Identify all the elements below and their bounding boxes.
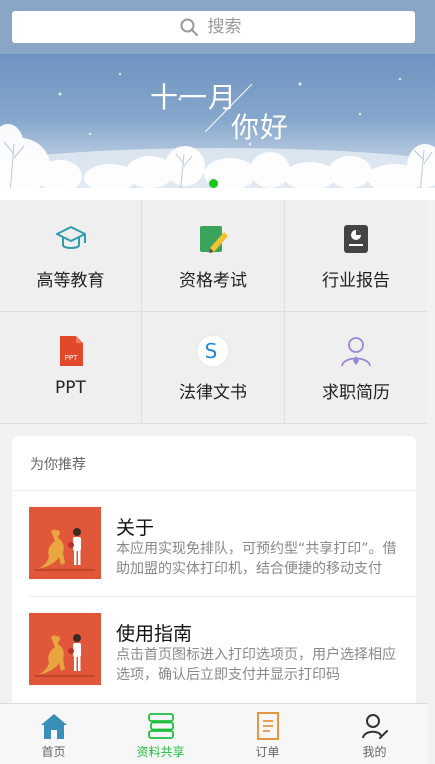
list-item[interactable]: 关于 本应用实现免排队，可预约型“共享打印”。借助加盟的实体打印机，结合便捷的移…: [12, 491, 416, 597]
ppt-file-icon: PPT: [54, 334, 88, 368]
category-industry-report[interactable]: 行业报告: [285, 200, 427, 312]
tab-label: 订单: [255, 745, 280, 759]
exam-pencil-icon: [196, 222, 230, 256]
report-chart-icon: [339, 222, 373, 256]
order-document-icon: [253, 711, 283, 741]
category-ppt[interactable]: PPT PPT: [0, 312, 142, 424]
tab-label: 资料共享: [136, 745, 185, 759]
search-input[interactable]: [207, 17, 248, 37]
category-legal-documents[interactable]: S 法律文书: [142, 312, 285, 424]
category-label: 求职简历: [322, 383, 390, 403]
tab-resources[interactable]: 资料共享: [107, 704, 214, 764]
banner-title-line2: 你好: [231, 111, 290, 144]
banner-title-line1: 十一月: [150, 81, 238, 114]
category-label: 资格考试: [179, 271, 247, 291]
search-icon: [180, 18, 198, 36]
list-item[interactable]: 使用指南 点击首页图标进入打印选项页，用户选择相应选项，确认后立即支付并显示打印…: [12, 597, 416, 703]
search-bar: [0, 0, 435, 54]
item-title: 关于: [116, 517, 155, 539]
graduation-cap-icon: [54, 222, 88, 256]
banner[interactable]: 十一月 你好: [0, 54, 435, 200]
tab-label: 首页: [41, 745, 66, 759]
tab-home[interactable]: 首页: [0, 704, 107, 764]
bottom-tab-bar: 首页 资料共享 订单 我的: [0, 703, 428, 764]
recommend-title: 为你推荐: [12, 436, 416, 491]
kangaroo-thumbnail: [29, 613, 101, 685]
home-icon: [39, 711, 69, 741]
svg-text:PPT: PPT: [64, 354, 77, 362]
item-title: 使用指南: [116, 623, 193, 645]
item-description: 点击首页图标进入打印选项页，用户选择相应选项，确认后立即支付并显示打印码: [116, 647, 396, 683]
category-qualification-exam[interactable]: 资格考试: [142, 200, 285, 312]
recommend-card: 为你推荐 关于 本应用实现免排队，可预约型“共享打印”。借助加盟的实体打印机，结…: [12, 436, 416, 716]
category-label: 高等教育: [36, 271, 105, 291]
category-higher-education[interactable]: 高等教育: [0, 200, 142, 312]
category-resume[interactable]: 求职简历: [285, 312, 427, 424]
search-box[interactable]: [12, 11, 415, 43]
tab-mine[interactable]: 我的: [321, 704, 428, 764]
svg-text:S: S: [205, 339, 218, 363]
books-icon: [146, 711, 176, 741]
kangaroo-thumbnail: [29, 507, 101, 579]
tab-label: 我的: [362, 745, 387, 759]
category-label: PPT: [55, 378, 86, 398]
category-label: 行业报告: [322, 271, 390, 291]
category-label: 法律文书: [179, 383, 247, 403]
banner-pager-dot[interactable]: [209, 179, 218, 188]
tab-orders[interactable]: 订单: [214, 704, 321, 764]
resume-person-icon: [339, 334, 373, 368]
user-edit-icon: [360, 711, 390, 741]
category-grid: 高等教育 资格考试 行业报告 PPT PPT S 法律文书 求职简历: [0, 200, 427, 424]
item-description: 本应用实现免排队，可预约型“共享打印”。借助加盟的实体打印机，结合便捷的移动支付: [116, 541, 397, 577]
legal-s-icon: S: [196, 334, 230, 368]
